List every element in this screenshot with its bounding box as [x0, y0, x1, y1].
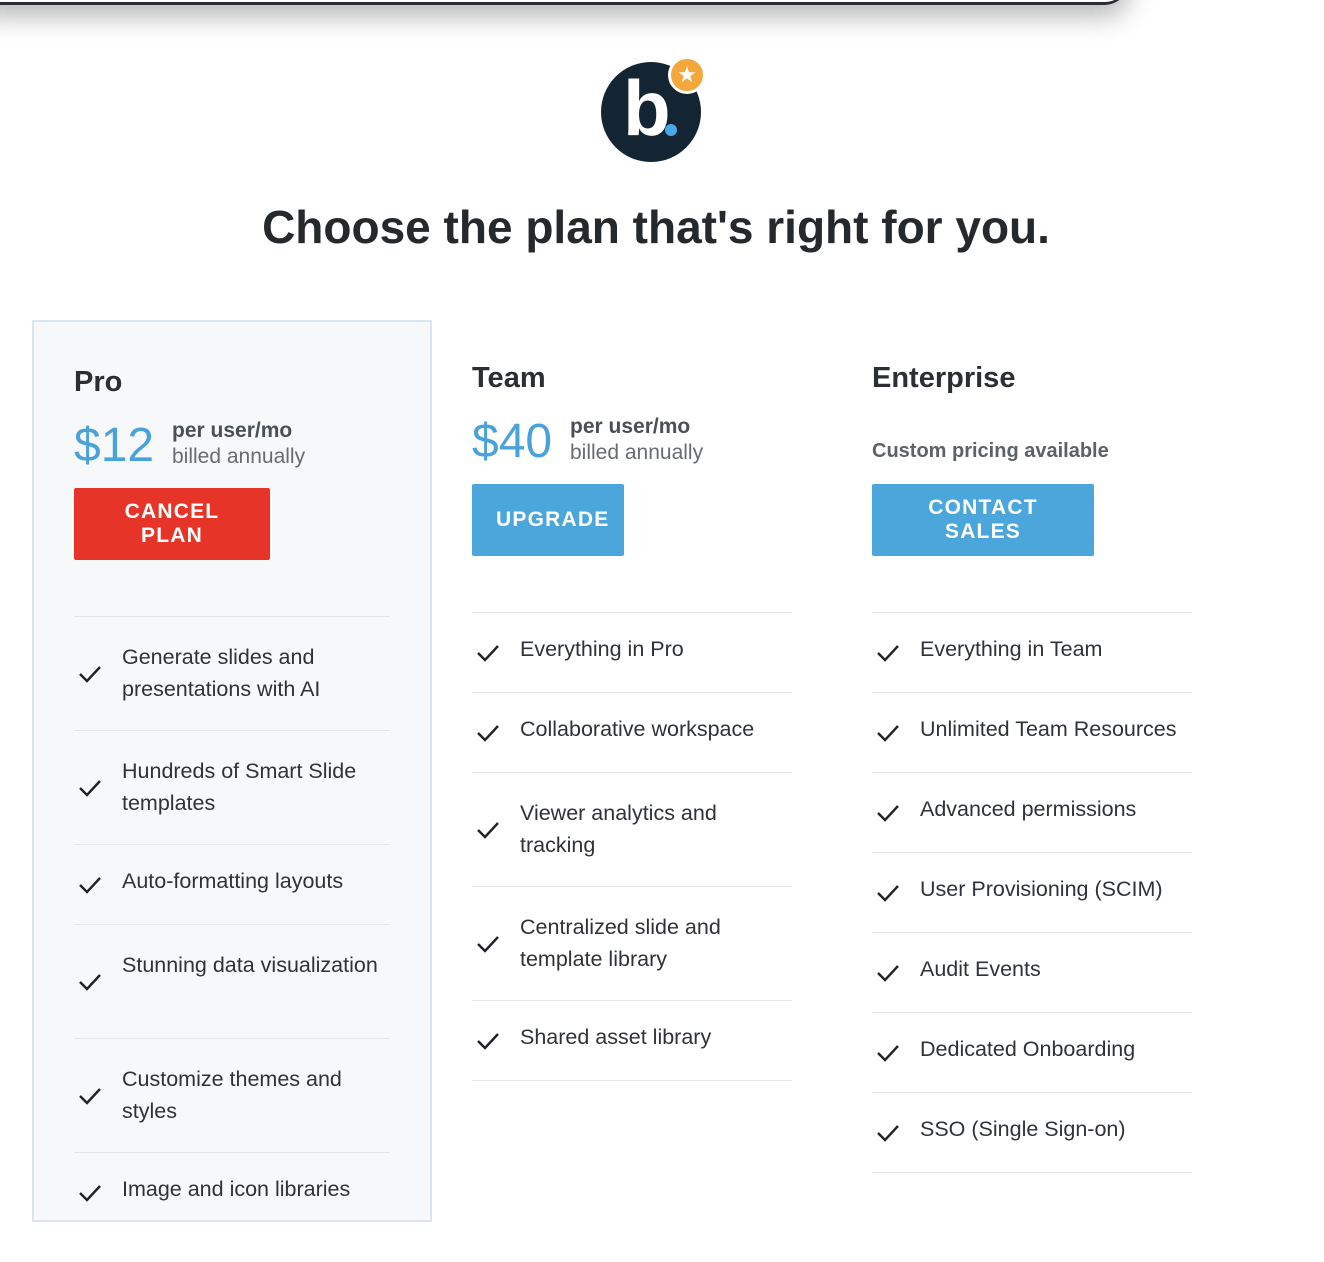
browser-window-edge [0, 0, 1130, 5]
feature-item: Advanced permissions [872, 773, 1192, 853]
check-icon [876, 1121, 900, 1145]
price-billing: billed annually [570, 441, 704, 464]
star-icon: ★ [668, 56, 706, 94]
feature-text: Image and icon libraries [122, 1177, 351, 1201]
price-per: per user/mo [172, 419, 293, 442]
price-note: per user/mo billed annually [570, 414, 703, 466]
check-icon [78, 1084, 102, 1108]
check-icon [876, 881, 900, 905]
feature-item: User Provisioning (SCIM) [872, 853, 1192, 933]
feature-text: Advanced permissions [920, 797, 1137, 821]
feature-text: SSO (Single Sign-on) [920, 1117, 1126, 1141]
plan-name: Team [472, 362, 546, 394]
feature-text: Everything in Pro [520, 637, 684, 661]
feature-item: Generate slides and presentations with A… [74, 617, 390, 731]
feature-text: Shared asset library [520, 1025, 712, 1049]
feature-item: Auto-formatting layouts [74, 845, 390, 925]
feature-item: Everything in Team [872, 613, 1192, 693]
feature-list: Generate slides and presentations with A… [74, 616, 390, 1220]
plan-price: $12 [74, 419, 155, 472]
check-icon [876, 961, 900, 985]
feature-item: Collaborative workspace [472, 693, 792, 773]
check-icon [78, 662, 102, 686]
check-icon [78, 970, 102, 994]
feature-text: Audit Events [920, 957, 1041, 981]
check-icon [476, 641, 500, 665]
logo-dot [665, 124, 677, 136]
logo-letter: b [623, 64, 671, 152]
feature-text: Auto-formatting layouts [122, 869, 344, 893]
feature-item: Dedicated Onboarding [872, 1013, 1192, 1093]
feature-item: Viewer analytics and tracking [472, 773, 792, 887]
check-icon [876, 801, 900, 825]
check-icon [476, 932, 500, 956]
price-billing: billed annually [172, 445, 306, 468]
feature-text: Customize themes and styles [122, 1067, 342, 1123]
plan-card-team: Team $40 per user/mo billed annually UPG… [472, 320, 792, 1222]
feature-text: Generate slides and presentations with A… [122, 645, 321, 701]
price-note: per user/mo billed annually [172, 418, 305, 470]
plan-price: $40 [472, 415, 553, 468]
feature-list: Everything in Team Unlimited Team Resour… [872, 612, 1192, 1173]
feature-text: Everything in Team [920, 637, 1103, 661]
plan-card-pro: Pro $12 per user/mo billed annually CANC… [32, 320, 432, 1222]
check-icon [476, 818, 500, 842]
check-icon [876, 721, 900, 745]
feature-item: Audit Events [872, 933, 1192, 1013]
feature-item: Customize themes and styles [74, 1039, 390, 1153]
check-icon [78, 776, 102, 800]
plan-card-enterprise: Enterprise Custom pricing available CONT… [872, 320, 1192, 1222]
brand-logo: b ★ [601, 56, 706, 162]
feature-text: Centralized slide and template library [520, 915, 721, 971]
feature-item: Image and icon libraries [74, 1153, 390, 1220]
feature-text: Stunning data visualization [122, 953, 378, 977]
feature-item: Centralized slide and template library [472, 887, 792, 1001]
plan-name: Enterprise [872, 362, 1016, 394]
feature-list: Everything in Pro Collaborative workspac… [472, 612, 792, 1081]
custom-pricing-note: Custom pricing available [872, 440, 1109, 462]
feature-text: Collaborative workspace [520, 717, 755, 741]
plan-name: Pro [74, 366, 123, 398]
price-per: per user/mo [570, 415, 691, 438]
feature-text: Hundreds of Smart Slide templates [122, 759, 357, 815]
feature-item: Hundreds of Smart Slide templates [74, 731, 390, 845]
check-icon [876, 641, 900, 665]
feature-text: Viewer analytics and tracking [520, 801, 717, 857]
check-icon [78, 1181, 102, 1205]
feature-text: Unlimited Team Resources [920, 717, 1177, 741]
feature-item: Stunning data visualization [74, 925, 390, 1039]
check-icon [876, 1041, 900, 1065]
check-icon [78, 873, 102, 897]
feature-item: Shared asset library [472, 1001, 792, 1081]
page-title: Choose the plan that's right for you. [262, 201, 1050, 253]
feature-item: SSO (Single Sign-on) [872, 1093, 1192, 1173]
upgrade-button[interactable]: UPGRADE [472, 484, 624, 556]
cancel-plan-button[interactable]: CANCEL PLAN [74, 488, 270, 560]
contact-sales-button[interactable]: CONTACT SALES [872, 484, 1094, 556]
feature-text: User Provisioning (SCIM) [920, 877, 1163, 901]
feature-item: Unlimited Team Resources [872, 693, 1192, 773]
check-icon [476, 1029, 500, 1053]
feature-item: Everything in Pro [472, 613, 792, 693]
feature-text: Dedicated Onboarding [920, 1037, 1136, 1061]
check-icon [476, 721, 500, 745]
